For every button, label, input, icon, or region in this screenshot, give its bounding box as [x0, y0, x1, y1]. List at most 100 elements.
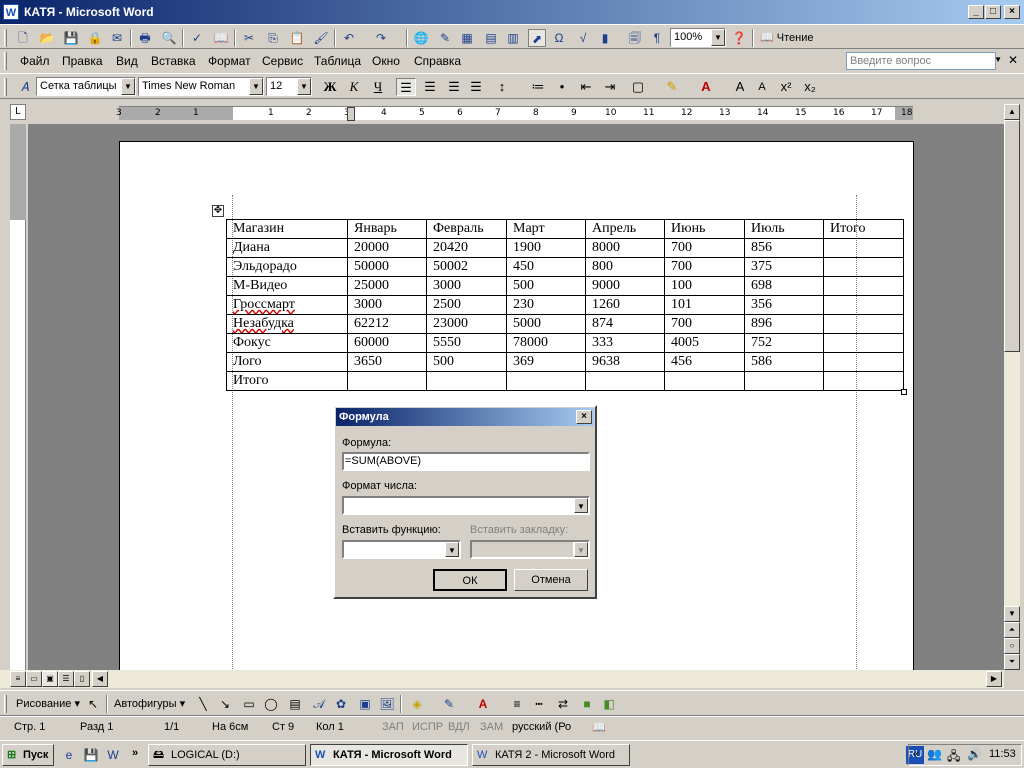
table-cell[interactable]: 25000 [347, 276, 427, 296]
shrink-font-icon[interactable]: A [752, 78, 772, 96]
table-cell[interactable]: 896 [744, 314, 824, 334]
table-cell[interactable]: 9638 [585, 352, 665, 372]
close-button[interactable]: × [1004, 5, 1020, 19]
table-cell[interactable]: 9000 [585, 276, 665, 296]
oval-icon[interactable]: ◯ [262, 695, 280, 713]
table-cell[interactable]: 800 [585, 257, 665, 277]
grow-font-icon[interactable]: A [730, 78, 750, 96]
word-quicklaunch-icon[interactable]: W [104, 746, 122, 764]
dialog-close-button[interactable]: × [576, 410, 592, 424]
document-map-icon[interactable]: 🗐 [626, 29, 644, 47]
chevron-down-icon[interactable]: ▼ [249, 78, 263, 95]
table-cell[interactable] [823, 257, 904, 277]
dash-style-icon[interactable]: ┅ [530, 695, 548, 713]
table-cell[interactable]: 456 [664, 352, 745, 372]
table-cell[interactable] [823, 238, 904, 258]
line-spacing-icon[interactable]: ↕ [492, 78, 512, 96]
table-cell[interactable]: 23000 [426, 314, 507, 334]
scroll-down-icon[interactable]: ▼ [1004, 606, 1020, 622]
status-record[interactable]: ЗАП [382, 721, 404, 733]
columns-icon[interactable]: ▥ [504, 29, 522, 47]
font-size-select[interactable]: 12 ▼ [266, 77, 312, 96]
table-cell[interactable]: 100 [664, 276, 745, 296]
paste-icon[interactable]: 📋 [288, 29, 306, 47]
font-color-icon[interactable]: A [696, 78, 716, 96]
new-document-icon[interactable]: 🗋 [14, 29, 32, 47]
table-cell[interactable]: Январь [347, 219, 427, 239]
increase-indent-icon[interactable]: ⇥ [600, 78, 620, 96]
taskbar-item-katya2[interactable]: W КАТЯ 2 - Microsoft Word [472, 744, 630, 766]
print-icon[interactable]: 🖶 [136, 29, 154, 47]
previous-page-icon[interactable]: ⏶ [1004, 622, 1020, 638]
network-icon[interactable]: 🖧 [947, 747, 960, 768]
reading-layout-icon[interactable]: ▯ [74, 671, 90, 687]
permission-icon[interactable]: 🔒 [86, 29, 104, 47]
spelling-status-icon[interactable]: 📖 [592, 721, 606, 734]
table-cell[interactable]: 230 [506, 295, 586, 315]
web-layout-icon[interactable]: ▭ [26, 671, 42, 687]
table-cell[interactable]: Март [506, 219, 586, 239]
table-cell[interactable]: Фокус [226, 333, 348, 353]
status-track-changes[interactable]: ИСПР [412, 721, 443, 733]
scroll-left-icon[interactable]: ◀ [92, 671, 108, 687]
zoom-select[interactable]: 100% ▼ [670, 28, 726, 47]
table-cell[interactable]: Гроссмарт [226, 295, 348, 315]
subscript-icon[interactable]: x₂ [800, 78, 820, 96]
horizontal-ruler[interactable]: 3 2 1 1 2 3 4 5 6 7 8 9 10 11 12 13 14 1… [116, 106, 913, 121]
redo-icon[interactable]: ↷ [372, 29, 390, 47]
research-icon[interactable]: 📖 [212, 29, 230, 47]
table-cell[interactable]: Эльдорадо [226, 257, 348, 277]
rectangle-icon[interactable]: ▭ [240, 695, 258, 713]
taskbar-item-logical[interactable]: 🖴 LOGICAL (D:) [148, 744, 306, 766]
table-cell[interactable]: 8000 [585, 238, 665, 258]
minimize-button[interactable]: _ [968, 5, 984, 19]
chevron-down-icon[interactable]: ▼ [297, 78, 311, 95]
table-cell[interactable]: Апрель [585, 219, 665, 239]
table-cell[interactable]: 450 [506, 257, 586, 277]
table-cell[interactable] [823, 352, 904, 372]
table-cell[interactable]: 20000 [347, 238, 427, 258]
indent-marker[interactable] [347, 107, 355, 121]
table-cell[interactable] [347, 371, 427, 391]
table-cell[interactable] [823, 333, 904, 353]
insert-table-icon[interactable]: ▦ [458, 29, 476, 47]
table-cell[interactable]: Июнь [664, 219, 745, 239]
insert-function-select[interactable]: ▼ [342, 540, 461, 559]
superscript-icon[interactable]: x² [776, 78, 796, 96]
table-cell[interactable]: 3000 [347, 295, 427, 315]
table-cell[interactable]: 375 [744, 257, 824, 277]
table-cell[interactable]: 50000 [347, 257, 427, 277]
table-cell[interactable]: 1900 [506, 238, 586, 258]
table-cell[interactable]: Диана [226, 238, 348, 258]
decrease-indent-icon[interactable]: ⇤ [576, 78, 596, 96]
table-cell[interactable]: 500 [506, 276, 586, 296]
bold-button[interactable]: Ж [320, 78, 340, 96]
formula-input[interactable]: =SUM(ABOVE) [342, 452, 590, 471]
menu-grip[interactable] [4, 52, 7, 70]
table-cell[interactable]: 20420 [426, 238, 507, 258]
table-cell[interactable]: 700 [664, 257, 745, 277]
italic-button[interactable]: К [344, 78, 364, 96]
table-cell[interactable]: 5000 [506, 314, 586, 334]
open-icon[interactable]: 📂 [38, 29, 56, 47]
status-overtype[interactable]: ЗАМ [480, 721, 503, 733]
print-layout-icon[interactable]: ▣ [42, 671, 58, 687]
table-cell[interactable]: 700 [664, 314, 745, 334]
styles-pane-icon[interactable]: 𝐴 [16, 78, 34, 96]
chevron-down-icon[interactable]: ▼ [711, 29, 725, 46]
bullets-icon[interactable]: • [552, 78, 572, 96]
tab-selector[interactable]: L [10, 104, 26, 120]
table-cell[interactable] [823, 314, 904, 334]
text-box-icon[interactable]: ▤ [286, 695, 304, 713]
table-cell[interactable]: Магазин [226, 219, 348, 239]
underline-button[interactable]: Ч [368, 78, 388, 96]
menu-tools[interactable]: Сервис [262, 54, 303, 68]
undo-icon[interactable]: ↶ [340, 29, 358, 47]
shadow-icon[interactable]: ■ [578, 695, 596, 713]
table-cell[interactable]: 101 [664, 295, 745, 315]
chevron-down-icon[interactable]: ▼ [445, 542, 459, 557]
table-cell[interactable]: 5550 [426, 333, 507, 353]
table-cell[interactable]: 78000 [506, 333, 586, 353]
chevron-down-icon[interactable]: ▼ [574, 498, 588, 513]
align-right-button[interactable]: ☰ [444, 78, 464, 96]
